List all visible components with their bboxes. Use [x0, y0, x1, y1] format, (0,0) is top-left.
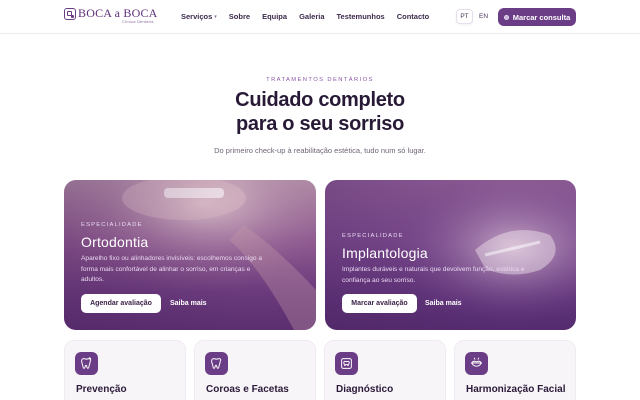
logo-mark-icon	[64, 8, 76, 20]
brand-logo[interactable]: BOCA a BOCA Clínica Dentária	[64, 7, 158, 27]
learn-more-link[interactable]: Saiba mais	[170, 300, 207, 307]
dot-icon	[503, 14, 509, 20]
title-line-2: para o seu sorriso	[236, 113, 404, 135]
nav-item-label: Galeria	[299, 12, 325, 21]
nav-item-label: Equipa	[262, 12, 288, 21]
nav-item-servicos[interactable]: Serviços ▾	[181, 12, 217, 21]
feature-title: Implantologia	[342, 245, 428, 261]
nav-item-label: Contacto	[396, 12, 430, 21]
section-eyebrow: TRATAMENTOS DENTÁRIOS	[266, 77, 374, 83]
lang-en-button[interactable]: EN	[475, 9, 492, 24]
feature-card-ortodontia: ESPECIALIDADE Ortodontia Aparelho fixo o…	[64, 180, 316, 330]
book-appointment-button[interactable]: Marcar consulta	[498, 8, 576, 26]
nav-item-contacto[interactable]: Contacto	[397, 12, 430, 21]
site-header: BOCA a BOCA Clínica Dentária Serviços ▾ …	[0, 0, 640, 34]
feature-label: ESPECIALIDADE	[81, 222, 143, 228]
nav-item-sobre[interactable]: Sobre	[229, 12, 250, 21]
nav-item-label: Testemunhos	[336, 12, 385, 21]
xray-icon	[335, 352, 358, 375]
feature-description: Implantes duráveis e naturais que devolv…	[342, 266, 525, 284]
service-title: Harmonização Facial	[466, 384, 566, 395]
service-title: Prevenção	[76, 384, 127, 395]
nav-item-galeria[interactable]: Galeria	[299, 12, 324, 21]
feature-card-implantologia: ESPECIALIDADE Implantologia Implantes du…	[325, 180, 576, 330]
service-card-prevencao[interactable]: Prevenção	[64, 340, 186, 400]
learn-more-link[interactable]: Saiba mais	[425, 300, 462, 307]
book-appointment-label: Marcar consulta	[512, 12, 571, 22]
brand-name: BOCA a BOCA	[78, 6, 158, 20]
feature-title: Ortodontia	[81, 234, 149, 250]
smile-lips-icon	[465, 352, 488, 375]
service-title: Diagnóstico	[336, 384, 394, 395]
nav-item-label: Serviços	[181, 12, 213, 21]
feature-label: ESPECIALIDADE	[342, 233, 404, 239]
feature-description: Aparelho fixo ou alinhadores invisíveis:…	[81, 255, 263, 283]
book-evaluation-button[interactable]: Marcar avaliação	[342, 294, 417, 313]
schedule-evaluation-button[interactable]: Agendar avaliação	[81, 294, 161, 313]
tooth-sparkle-icon	[75, 352, 98, 375]
nav-item-label: Sobre	[228, 12, 251, 21]
service-card-harmonizacao-facial[interactable]: Harmonização Facial	[454, 340, 576, 400]
lang-pt-button[interactable]: PT	[456, 9, 473, 24]
main-nav: Serviços ▾ Sobre Equipa Galeria Testemun…	[181, 12, 429, 21]
nav-item-testemunhos[interactable]: Testemunhos	[337, 12, 385, 21]
section-title: Cuidado completo para o seu sorriso	[0, 88, 640, 136]
title-line-1: Cuidado completo	[235, 89, 405, 111]
nav-item-equipa[interactable]: Equipa	[262, 12, 287, 21]
brand-tagline: Clínica Dentária	[122, 19, 154, 24]
chevron-down-icon: ▾	[214, 13, 217, 20]
tooth-icon	[205, 352, 228, 375]
language-switcher: PT EN	[456, 9, 492, 24]
service-card-diagnostico[interactable]: Diagnóstico	[324, 340, 446, 400]
service-title: Coroas e Facetas	[206, 384, 289, 395]
section-subtitle: Do primeiro check-up à reabilitação esté…	[214, 146, 426, 155]
service-card-coroas-facetas[interactable]: Coroas e Facetas	[194, 340, 316, 400]
